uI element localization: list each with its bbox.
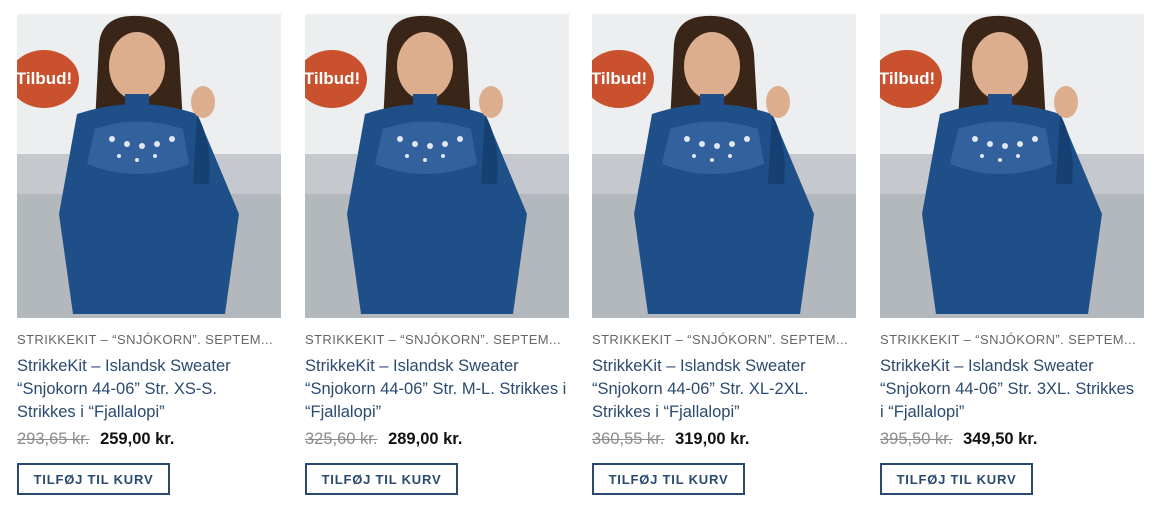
price-row: 360,55 kr. 319,00 kr. (592, 428, 856, 450)
product-image[interactable]: Tilbud! (17, 14, 281, 318)
product-image[interactable]: Tilbud! (305, 14, 569, 318)
old-price: 360,55 kr. (592, 430, 665, 448)
product-title-link[interactable]: StrikkeKit – Islandsk Sweater “Snjokorn … (17, 355, 279, 424)
product-card: Tilbud! STRIKKEKIT – “SNJÓKORN”. SEPTEM.… (880, 14, 1144, 495)
old-price: 395,50 kr. (880, 430, 953, 448)
add-to-cart-button[interactable]: TILFØJ TIL KURV (17, 463, 170, 495)
old-price: 293,65 kr. (17, 430, 90, 448)
product-title-link[interactable]: StrikkeKit – Islandsk Sweater “Snjokorn … (305, 355, 567, 424)
product-card: Tilbud! STRIKKEKIT – “SNJÓKORN”. SEPTEM.… (305, 14, 569, 495)
product-card: Tilbud! STRIKKEKIT – “SNJÓKORN”. SEPTEM.… (592, 14, 856, 495)
product-category-link[interactable]: STRIKKEKIT – “SNJÓKORN”. SEPTEM... (305, 332, 567, 347)
product-category-link[interactable]: STRIKKEKIT – “SNJÓKORN”. SEPTEM... (592, 332, 854, 347)
add-to-cart-button[interactable]: TILFØJ TIL KURV (880, 463, 1033, 495)
old-price: 325,60 kr. (305, 430, 378, 448)
product-image[interactable]: Tilbud! (592, 14, 856, 318)
price-row: 395,50 kr. 349,50 kr. (880, 428, 1144, 450)
product-grid: Tilbud! STRIKKEKIT – “SNJÓKORN”. SEPTEM.… (0, 0, 1170, 526)
price-row: 325,60 kr. 289,00 kr. (305, 428, 569, 450)
sale-price: 259,00 kr. (100, 430, 175, 448)
product-image[interactable]: Tilbud! (880, 14, 1144, 318)
product-title-link[interactable]: StrikkeKit – Islandsk Sweater “Snjokorn … (592, 355, 854, 424)
sale-price: 289,00 kr. (388, 430, 463, 448)
product-category-link[interactable]: STRIKKEKIT – “SNJÓKORN”. SEPTEM... (17, 332, 279, 347)
product-title-link[interactable]: StrikkeKit – Islandsk Sweater “Snjokorn … (880, 355, 1142, 424)
product-category-link[interactable]: STRIKKEKIT – “SNJÓKORN”. SEPTEM... (880, 332, 1142, 347)
sale-price: 319,00 kr. (675, 430, 750, 448)
add-to-cart-button[interactable]: TILFØJ TIL KURV (305, 463, 458, 495)
sale-price: 349,50 kr. (963, 430, 1038, 448)
add-to-cart-button[interactable]: TILFØJ TIL KURV (592, 463, 745, 495)
price-row: 293,65 kr. 259,00 kr. (17, 428, 281, 450)
product-card: Tilbud! STRIKKEKIT – “SNJÓKORN”. SEPTEM.… (17, 14, 281, 495)
